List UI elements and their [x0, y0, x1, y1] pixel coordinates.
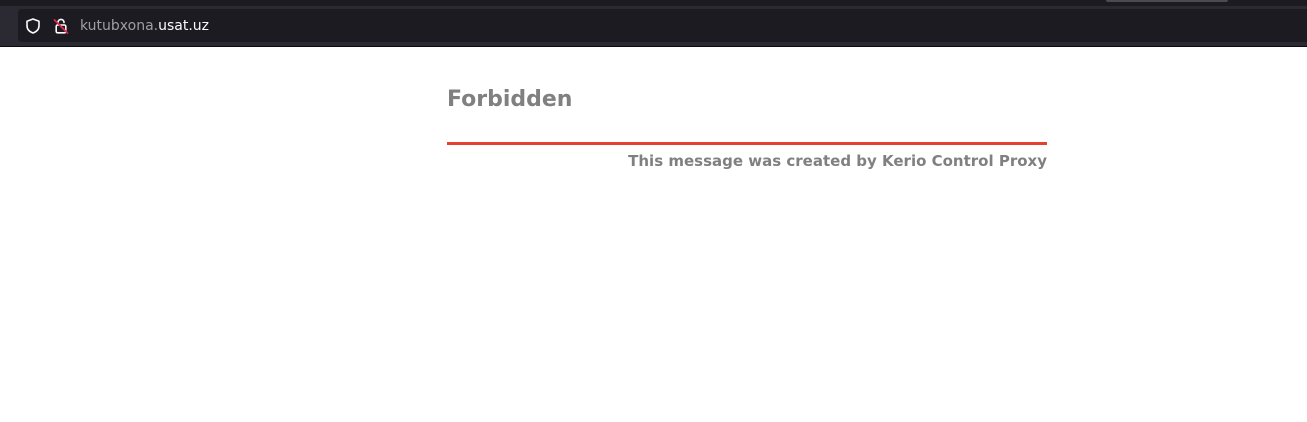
proxy-message: This message was created by Kerio Contro… — [628, 152, 1047, 170]
url-domain: usat.uz — [158, 18, 210, 34]
address-bar[interactable]: kutubxona.usat.uz — [18, 9, 1307, 42]
url-subdomain: kutubxona. — [80, 18, 159, 34]
error-content: Forbidden This message was created by Ke… — [447, 84, 1047, 172]
shield-icon[interactable] — [24, 17, 42, 35]
accent-divider — [447, 142, 1047, 145]
insecure-lock-icon[interactable] — [52, 17, 70, 35]
page-title: Forbidden — [447, 87, 573, 112]
browser-toolbar: kutubxona.usat.uz — [0, 6, 1307, 47]
tab-edge[interactable] — [1106, 0, 1228, 2]
url-text[interactable]: kutubxona.usat.uz — [80, 17, 209, 35]
